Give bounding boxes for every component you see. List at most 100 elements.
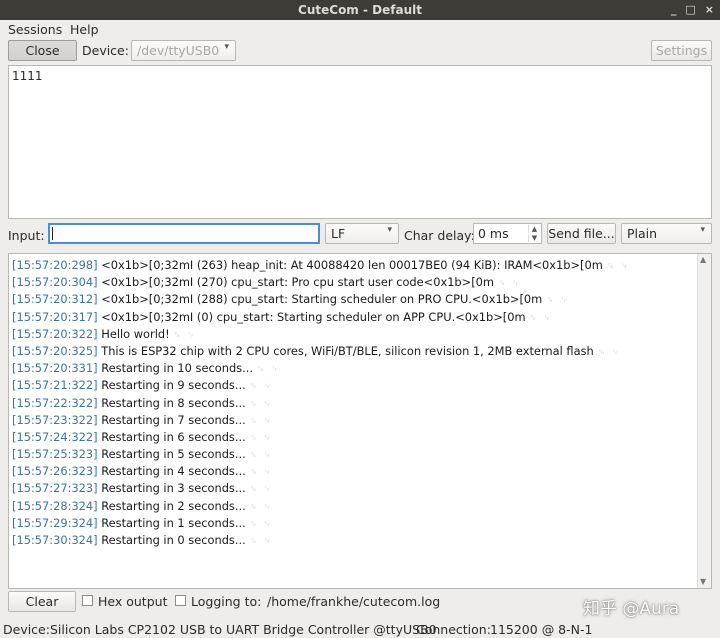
hex-output-label: Hex output	[98, 594, 168, 609]
log-path: /home/frankhe/cutecom.log	[267, 594, 441, 609]
text-cursor	[52, 227, 53, 240]
watermark: 知乎 @Aura	[583, 599, 680, 619]
status-device-value: Silicon Labs CP2102 USB to UART Bridge C…	[50, 622, 437, 637]
input-history-text: 1111	[12, 69, 43, 83]
chevron-down-icon: ▾	[387, 225, 392, 235]
output-line: [15:57:20:325] This is ESP32 chip with 2…	[12, 343, 630, 360]
menu-sessions[interactable]: Sessions	[8, 22, 62, 37]
input-field[interactable]	[48, 223, 320, 244]
output-line: [15:57:23:322] Restarting in 7 seconds..…	[12, 412, 630, 429]
line-ending-select[interactable]: LF ▾	[325, 223, 399, 244]
line-end-marker: ␍ ␊	[249, 433, 273, 444]
menu-bar: Sessions Help	[0, 20, 720, 40]
output-timestamp: [15:57:24:322]	[12, 429, 98, 444]
device-select[interactable]: /dev/ttyUSB0 ▾	[131, 40, 236, 61]
settings-button[interactable]: Settings	[651, 40, 712, 61]
output-timestamp: [15:57:20:312]	[12, 292, 98, 307]
char-delay-label: Char delay:	[404, 228, 475, 243]
line-end-marker: ␍ ␊	[498, 279, 522, 290]
line-end-marker: ␍ ␊	[249, 468, 273, 479]
logging-label: Logging to:	[191, 594, 262, 609]
hex-output-checkbox[interactable]	[82, 595, 93, 606]
title-bar: CuteCom - Default _ □ ×	[0, 0, 720, 20]
restore-icon[interactable]: □	[685, 3, 695, 16]
status-device-label: Device:	[3, 622, 50, 637]
output-line: [15:57:29:324] Restarting in 1 seconds..…	[12, 515, 630, 532]
line-end-marker: ␍ ␊	[249, 502, 273, 513]
output-timestamp: [15:57:26:323]	[12, 464, 98, 479]
output-text: Restarting in 8 seconds...	[101, 395, 246, 410]
output-timestamp: [15:57:20:317]	[12, 309, 98, 324]
send-file-button[interactable]: Send file...	[547, 223, 616, 244]
clear-button[interactable]: Clear	[8, 591, 76, 612]
output-timestamp: [15:57:23:322]	[12, 412, 98, 427]
line-end-marker: ␍ ␊	[249, 485, 273, 496]
line-end-marker: ␍ ␊	[606, 262, 631, 272]
device-select-value: /dev/ttyUSB0	[137, 43, 220, 58]
menu-help[interactable]: Help	[70, 22, 99, 37]
close-port-button[interactable]: Close	[8, 40, 77, 61]
line-end-marker: ␍ ␊	[249, 537, 273, 547]
scroll-up-icon[interactable]: ▲	[700, 255, 706, 264]
output-line: [15:57:28:324] Restarting in 2 seconds..…	[12, 498, 630, 515]
output-timestamp: [15:57:28:324]	[12, 498, 98, 513]
output-line: [15:57:30:324] Restarting in 0 seconds..…	[12, 532, 630, 549]
output-line: [15:57:25:323] Restarting in 5 seconds..…	[12, 446, 630, 463]
output-line: [15:57:20:304] <0x1b>[0;32mI (270) cpu_s…	[12, 274, 630, 291]
input-history-area[interactable]: 1111	[8, 65, 712, 219]
window-controls: _ □ ×	[671, 3, 714, 16]
output-text: Restarting in 5 seconds...	[101, 447, 246, 462]
output-text: <0x1b>[0;32mI (0) cpu_start: Starting sc…	[101, 309, 526, 324]
logging-checkbox[interactable]	[175, 595, 186, 606]
output-timestamp: [15:57:21:322]	[12, 378, 98, 393]
output-text: Restarting in 1 seconds...	[101, 515, 246, 530]
output-line: [15:57:20:312] <0x1b>[0;32mI (288) cpu_s…	[12, 291, 630, 308]
output-line: [15:57:24:322] Restarting in 6 seconds..…	[12, 429, 630, 446]
scroll-down-icon[interactable]: ▼	[700, 577, 706, 586]
format-select[interactable]: Plain ▾	[621, 223, 712, 244]
output-timestamp: [15:57:20:304]	[12, 275, 98, 290]
status-bar: Device: Silicon Labs CP2102 USB to UART …	[0, 620, 720, 638]
output-text: Restarting in 9 seconds...	[101, 378, 246, 393]
input-label: Input:	[8, 228, 45, 243]
output-line: [15:57:21:322] Restarting in 9 seconds..…	[12, 377, 630, 394]
status-connection-label: Connection:	[416, 622, 491, 637]
output-text: <0x1b>[0;32mI (270) cpu_start: Pro cpu s…	[101, 275, 494, 290]
output-timestamp: [15:57:25:323]	[12, 447, 98, 462]
output-text: Restarting in 4 seconds...	[101, 464, 246, 479]
output-line: [15:57:26:323] Restarting in 4 seconds..…	[12, 463, 630, 480]
output-text: Hello world!	[101, 326, 170, 341]
close-icon[interactable]: ×	[705, 3, 714, 16]
output-line: [15:57:20:331] Restarting in 10 seconds.…	[12, 360, 630, 377]
format-value: Plain	[627, 226, 658, 241]
status-connection-value: 115200 @ 8-N-1	[490, 622, 593, 637]
minimize-icon[interactable]: _	[671, 3, 677, 16]
line-end-marker: ␍ ␊	[173, 330, 197, 341]
output-timestamp: [15:57:20:325]	[12, 343, 98, 358]
output-timestamp: [15:57:27:323]	[12, 481, 98, 496]
output-text: <0x1b>[0;32mI (263) heap_init: At 400884…	[101, 258, 603, 272]
output-timestamp: [15:57:29:324]	[12, 515, 98, 530]
spin-up-icon[interactable]: ▲	[528, 225, 540, 233]
output-text: Restarting in 10 seconds...	[101, 361, 253, 376]
vertical-scrollbar[interactable]: ▲ ▼	[697, 254, 711, 588]
line-end-marker: ␍ ␊	[597, 347, 621, 358]
output-text: Restarting in 7 seconds...	[101, 412, 246, 427]
output-line: [15:57:27:323] Restarting in 3 seconds..…	[12, 480, 630, 497]
output-timestamp: [15:57:20:331]	[12, 361, 98, 376]
line-end-marker: ␍ ␊	[546, 296, 570, 307]
chevron-down-icon: ▾	[224, 42, 229, 52]
output-line: [15:57:20:322] Hello world! ␍ ␊	[12, 326, 630, 343]
line-end-marker: ␍ ␊	[256, 365, 281, 376]
output-text: Restarting in 0 seconds...	[101, 533, 246, 547]
line-end-marker: ␍ ␊	[249, 399, 273, 410]
char-delay-spinbox[interactable]: 0 ms ▲ ▼	[473, 223, 542, 244]
spin-down-icon[interactable]: ▼	[528, 234, 540, 242]
output-area[interactable]: [15:57:20:298] <0x1b>[0;32mI (263) heap_…	[8, 253, 712, 589]
output-lines: [15:57:20:298] <0x1b>[0;32mI (263) heap_…	[12, 257, 630, 549]
line-end-marker: ␍ ␊	[249, 451, 273, 462]
output-timestamp: [15:57:20:298]	[12, 258, 98, 272]
output-text: <0x1b>[0;32mI (288) cpu_start: Starting …	[101, 292, 543, 307]
line-ending-value: LF	[331, 226, 346, 241]
output-text: Restarting in 2 seconds...	[101, 498, 246, 513]
